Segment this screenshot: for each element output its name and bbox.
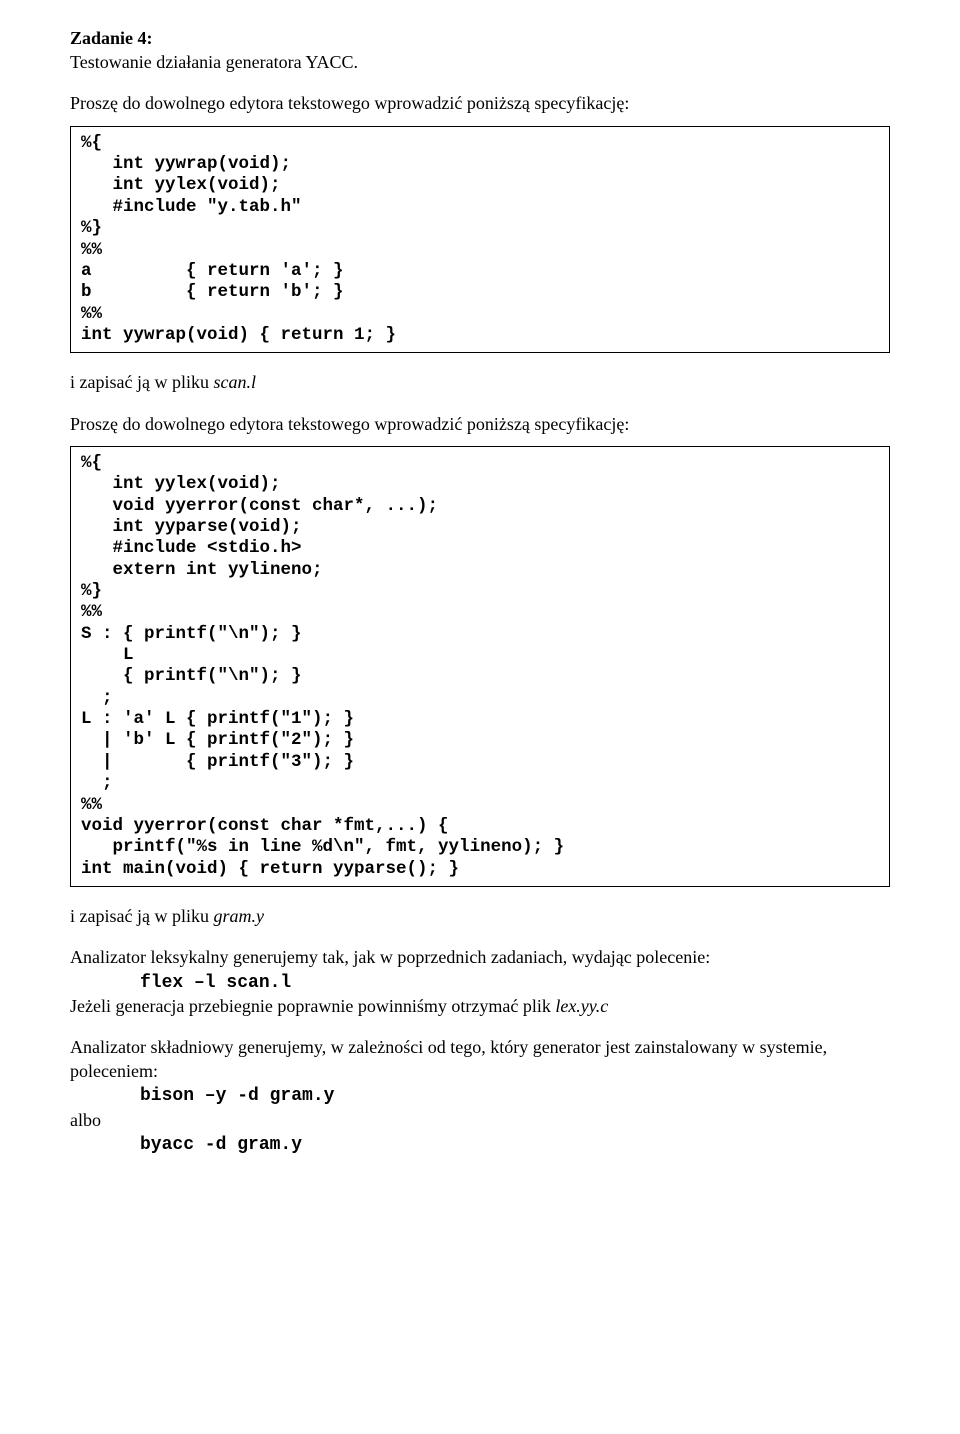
save-note-2: i zapisać ją w pliku gram.y xyxy=(70,905,890,928)
intro-2: Proszę do dowolnego edytora tekstowego w… xyxy=(70,413,890,436)
parser-command-2: byacc -d gram.y xyxy=(70,1134,302,1157)
lexer-intro: Analizator leksykalny generujemy tak, ja… xyxy=(70,947,710,967)
document-page: Zadanie 4: Testowanie działania generato… xyxy=(0,0,960,1197)
parser-section: Analizator składniowy generujemy, w zale… xyxy=(70,1036,890,1157)
parser-intro: Analizator składniowy generujemy, w zale… xyxy=(70,1037,827,1080)
save-note-2-text: i zapisać ją w pliku xyxy=(70,906,213,926)
save-note-1-text: i zapisać ją w pliku xyxy=(70,372,213,392)
parser-command-1: bison –y -d gram.y xyxy=(70,1085,334,1108)
save-note-2-file: gram.y xyxy=(213,906,264,926)
lexer-section: Analizator leksykalny generujemy tak, ja… xyxy=(70,946,890,1018)
lexer-after-a: Jeżeli generacja przebiegnie poprawnie p… xyxy=(70,996,555,1016)
intro-1: Proszę do dowolnego edytora tekstowego w… xyxy=(70,92,890,115)
albo-label: albo xyxy=(70,1110,101,1130)
task-subtitle: Testowanie działania generatora YACC. xyxy=(70,51,890,74)
code-block-1: %{ int yywrap(void); int yylex(void); #i… xyxy=(70,126,890,353)
lexer-command: flex –l scan.l xyxy=(70,972,291,995)
task-heading: Zadanie 4: xyxy=(70,28,890,49)
save-note-1: i zapisać ją w pliku scan.l xyxy=(70,371,890,394)
save-note-1-file: scan.l xyxy=(213,372,256,392)
lexer-after-b: lex.yy.c xyxy=(555,996,608,1016)
code-block-2: %{ int yylex(void); void yyerror(const c… xyxy=(70,446,890,887)
